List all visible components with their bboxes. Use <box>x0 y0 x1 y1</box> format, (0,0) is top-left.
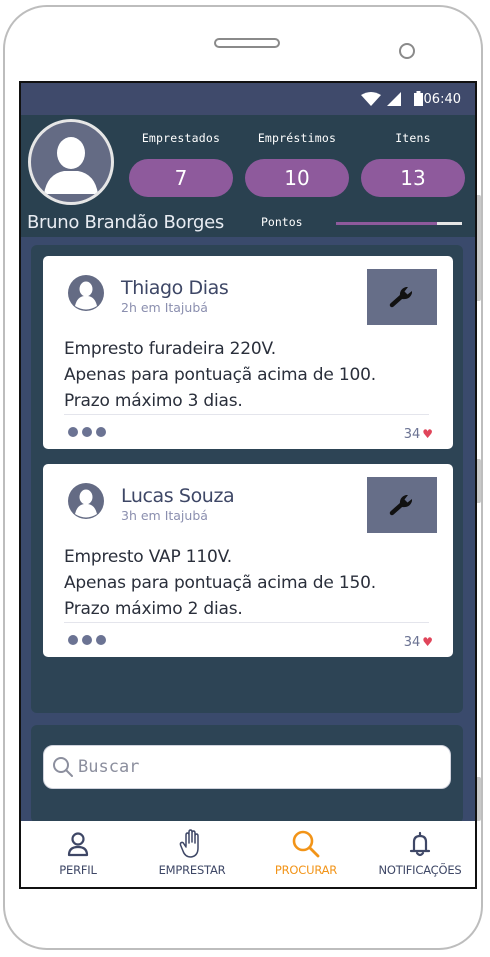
post-line: Apenas para pontuaçã acima de 150. <box>64 573 376 593</box>
heart-icon: ♥ <box>422 427 433 441</box>
tab-label: NOTIFICAÇÕES <box>378 863 462 877</box>
post-line: Empresto furadeira 220V. <box>64 339 276 359</box>
search-input[interactable] <box>78 754 438 780</box>
search-icon <box>53 757 73 777</box>
post-card[interactable]: Lucas Souza 3h em Itajubá Empresto VAP 1… <box>43 464 453 657</box>
phone-speaker <box>214 38 280 48</box>
stat-label-emprestimos: Empréstimos <box>257 131 337 145</box>
stat-emprestimos-button[interactable]: 10 <box>245 159 349 197</box>
bottom-tab-bar: PERFIL EMPRESTAR PROCURAR NOTIFICAÇÕES <box>21 821 475 887</box>
stat-label-emprestados: Emprestados <box>141 131 221 145</box>
phone-frame: 06:40 Emprestados Empréstimos Itens 7 10… <box>3 5 483 950</box>
heart-icon: ♥ <box>422 635 433 649</box>
feed-panel: Thiago Dias 2h em Itajubá Empresto furad… <box>31 245 463 713</box>
post-body: Empresto VAP 110V. Apenas para pontuaçã … <box>64 544 376 622</box>
post-divider <box>64 622 429 623</box>
post-tool-thumbnail[interactable] <box>367 477 437 533</box>
post-line: Prazo máximo 2 dias. <box>64 599 243 619</box>
search-panel <box>31 725 463 823</box>
post-meta: 3h em Itajubá <box>121 508 208 523</box>
post-divider <box>64 414 429 415</box>
post-likes[interactable]: 34 ♥ <box>404 427 433 442</box>
more-options-icon[interactable] <box>68 427 106 437</box>
tab-emprestar[interactable]: EMPRESTAR <box>135 821 249 887</box>
tab-label: EMPRESTAR <box>158 863 226 877</box>
points-progress-bar <box>336 222 462 225</box>
status-bar: 06:40 <box>21 83 475 115</box>
wrench-icon <box>389 495 412 516</box>
post-line: Empresto VAP 110V. <box>64 547 233 567</box>
post-author[interactable]: Thiago Dias <box>121 277 229 299</box>
feed-area: Thiago Dias 2h em Itajubá Empresto furad… <box>21 237 475 877</box>
battery-icon <box>414 91 423 106</box>
bell-icon <box>409 831 431 857</box>
hand-icon <box>179 829 199 858</box>
like-count: 34 <box>403 635 421 650</box>
tab-procurar[interactable]: PROCURAR <box>249 821 363 887</box>
more-options-icon[interactable] <box>68 635 106 645</box>
profile-avatar[interactable] <box>28 119 114 205</box>
post-line: Apenas para pontuaçã acima de 100. <box>64 365 376 385</box>
stat-emprestados-button[interactable]: 7 <box>129 159 233 197</box>
tab-label: PROCURAR <box>274 863 338 877</box>
like-count: 34 <box>403 427 421 442</box>
signal-icon <box>387 92 401 106</box>
tab-label: PERFIL <box>59 863 97 877</box>
post-meta: 2h em Itajubá <box>121 300 208 315</box>
user-silhouette-icon <box>44 137 98 194</box>
stat-label-itens: Itens <box>395 131 431 145</box>
search-box[interactable] <box>43 745 451 789</box>
tab-notificacoes[interactable]: NOTIFICAÇÕES <box>363 821 475 887</box>
user-name: Bruno Brandão Borges <box>27 212 225 233</box>
app-screen: 06:40 Emprestados Empréstimos Itens 7 10… <box>19 81 477 889</box>
post-card[interactable]: Thiago Dias 2h em Itajubá Empresto furad… <box>43 256 453 449</box>
post-line: Prazo máximo 3 dias. <box>64 391 243 411</box>
tab-perfil[interactable]: PERFIL <box>21 821 135 887</box>
user-avatar-icon <box>68 483 104 519</box>
status-time: 06:40 <box>423 92 461 107</box>
post-tool-thumbnail[interactable] <box>367 269 437 325</box>
points-progress-fill <box>436 222 462 225</box>
wifi-icon <box>361 92 381 106</box>
post-body: Empresto furadeira 220V. Apenas para pon… <box>64 336 376 414</box>
stat-itens-button[interactable]: 13 <box>361 159 465 197</box>
user-icon <box>67 832 89 857</box>
profile-header: Emprestados Empréstimos Itens 7 10 13 Br… <box>21 115 475 237</box>
phone-camera <box>399 43 415 59</box>
search-icon <box>292 830 320 858</box>
post-likes[interactable]: 34 ♥ <box>404 635 433 650</box>
post-author[interactable]: Lucas Souza <box>121 485 235 507</box>
points-label: Pontos <box>261 215 303 229</box>
user-avatar-icon <box>68 275 104 311</box>
wrench-icon <box>389 287 412 308</box>
